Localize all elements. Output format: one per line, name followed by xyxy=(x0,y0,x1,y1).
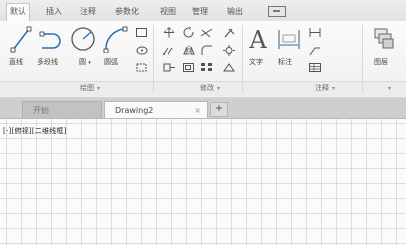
array-icon[interactable] xyxy=(200,62,214,73)
ribbon-tab-bar: 默认 插入 注释 参数化 视图 管理 输出 xyxy=(0,0,406,22)
text-a-icon: A xyxy=(249,26,267,54)
circle-label: 圆 ▾ xyxy=(79,58,91,66)
fillet-icon[interactable] xyxy=(200,45,214,56)
stretch-icon[interactable] xyxy=(162,62,176,73)
leader-icon[interactable] xyxy=(308,45,322,56)
tab-manage[interactable]: 管理 xyxy=(189,5,211,18)
tab-insert[interactable]: 插入 xyxy=(43,5,65,18)
tab-parametric[interactable]: 参数化 xyxy=(112,5,142,18)
linear-dim-icon[interactable] xyxy=(308,27,322,38)
modify-panel-title[interactable]: 修改 ▾ xyxy=(180,82,240,95)
text-tool[interactable]: A xyxy=(248,27,268,53)
explode-icon[interactable] xyxy=(222,45,236,56)
autocad-window: 默认 插入 注释 参数化 视图 管理 输出 直线 多段线 圆 ▾ 圆弧 A 文字… xyxy=(0,0,406,245)
trim-icon[interactable] xyxy=(200,27,214,38)
polyline-icon xyxy=(39,31,61,49)
tab-view[interactable]: 视图 xyxy=(157,5,179,18)
panel-separator xyxy=(153,25,154,93)
panel-separator xyxy=(242,25,243,93)
rotate-icon[interactable] xyxy=(182,27,196,38)
tab-start[interactable]: 开始 xyxy=(22,101,102,118)
region-icon[interactable] xyxy=(135,62,149,73)
panel-separator xyxy=(362,25,363,93)
layers-icon xyxy=(374,28,394,49)
hatch-icon[interactable] xyxy=(135,45,149,56)
copy-icon[interactable] xyxy=(162,45,176,56)
new-tab-button[interactable]: + xyxy=(210,102,228,117)
offset-icon[interactable] xyxy=(222,62,236,73)
layers-tool[interactable] xyxy=(372,26,396,56)
scale-icon[interactable] xyxy=(182,62,196,73)
text-label: 文字 xyxy=(249,58,263,66)
rectangle-icon[interactable] xyxy=(135,27,149,38)
line-tool[interactable] xyxy=(10,25,32,57)
circle-tool[interactable] xyxy=(70,25,96,57)
mirror-icon[interactable] xyxy=(182,45,196,56)
drawing-tab-title: Drawing2 xyxy=(115,106,154,115)
line-icon xyxy=(10,26,32,53)
circle-icon xyxy=(71,27,95,51)
tab-drawing2[interactable]: Drawing2 × xyxy=(104,101,208,118)
drawing-canvas[interactable]: [-][俯视][二维线框] xyxy=(0,119,406,245)
tab-output[interactable]: 输出 xyxy=(224,5,246,18)
arc-tool[interactable] xyxy=(102,25,128,57)
ribbon-panel-area: 直线 多段线 圆 ▾ 圆弧 A 文字 标注 图层 绘图 ▾ 修改 ▾ 注释 ▾ … xyxy=(0,21,406,98)
dimension-icon xyxy=(278,30,300,49)
annotation-panel-title[interactable]: 注释 ▾ xyxy=(300,82,350,95)
tab-annotate[interactable]: 注释 xyxy=(77,5,99,18)
arc-label: 圆弧 xyxy=(104,58,118,66)
erase-icon[interactable] xyxy=(222,27,236,38)
dimension-label: 标注 xyxy=(278,58,292,66)
dimension-tool[interactable] xyxy=(276,27,302,57)
ribbon-minimize-icon[interactable] xyxy=(268,6,286,17)
close-tab-icon[interactable]: × xyxy=(194,102,201,119)
draw-panel-title[interactable]: 绘图 ▾ xyxy=(60,82,120,95)
layers-label: 图层 xyxy=(374,58,388,66)
polyline-label: 多段线 xyxy=(37,58,58,66)
arc-icon xyxy=(103,26,128,54)
table-icon[interactable] xyxy=(308,62,322,73)
polyline-tool[interactable] xyxy=(39,26,65,56)
viewport-controls-label[interactable]: [-][俯视][二维线框] xyxy=(3,126,67,136)
tab-default[interactable]: 默认 xyxy=(6,3,30,22)
layers-panel-caret[interactable]: ▾ xyxy=(378,82,398,95)
move-icon[interactable] xyxy=(162,27,176,38)
document-tab-bar: 开始 Drawing2 × + xyxy=(0,98,406,119)
line-label: 直线 xyxy=(9,58,23,66)
